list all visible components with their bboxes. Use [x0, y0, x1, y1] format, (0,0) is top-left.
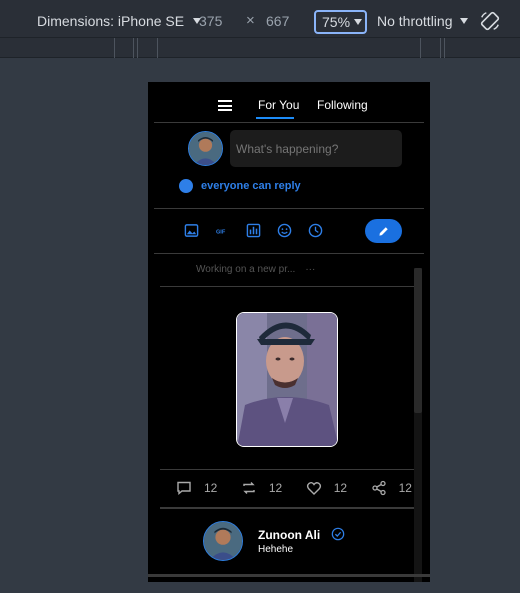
zoom-label: 75%	[322, 14, 351, 30]
pencil-icon	[379, 226, 388, 236]
hamburger-icon[interactable]	[218, 100, 232, 111]
poll-icon[interactable]	[246, 223, 261, 238]
post-author-name[interactable]: Zunoon Ali	[258, 528, 320, 542]
comment-count: 12	[204, 481, 218, 495]
share-button[interactable]: 12	[371, 480, 412, 496]
retweet-count: 12	[268, 481, 283, 495]
svg-text:GIF: GIF	[216, 229, 226, 235]
post-image[interactable]	[236, 312, 338, 447]
share-icon	[371, 480, 386, 496]
compose-input[interactable]	[230, 130, 402, 167]
reply-setting-label: everyone can reply	[201, 180, 301, 192]
tab-for-you[interactable]: For You	[258, 98, 299, 112]
heart-icon	[306, 482, 321, 495]
device-label: Dimensions: iPhone SE	[37, 13, 185, 29]
schedule-icon[interactable]	[308, 223, 323, 238]
devtools-toolbar: Dimensions: iPhone SE 375 × 667 75% No t…	[0, 0, 520, 38]
divider	[154, 122, 424, 123]
post-actions: 12 12 12 12	[176, 480, 412, 496]
compose-tools: GIF	[184, 223, 323, 238]
width-input[interactable]: 375	[199, 13, 233, 29]
device-select[interactable]: Dimensions: iPhone SE	[37, 13, 202, 29]
tab-following[interactable]: Following	[317, 98, 368, 112]
device-viewport: For You Following everyone can reply GIF…	[148, 82, 430, 582]
like-button[interactable]: 12	[306, 480, 347, 496]
divider	[160, 507, 418, 509]
like-count: 12	[333, 481, 348, 495]
comment-icon	[177, 481, 191, 495]
gif-icon[interactable]: GIF	[215, 223, 230, 238]
avatar[interactable]	[188, 131, 223, 166]
image-icon[interactable]	[184, 223, 199, 238]
divider	[160, 469, 418, 470]
throttle-label: No throttling	[377, 13, 453, 29]
reply-setting[interactable]: everyone can reply	[179, 179, 301, 193]
scrollbar-thumb[interactable]	[414, 268, 422, 413]
emoji-icon[interactable]	[277, 223, 292, 238]
zoom-select[interactable]: 75%	[314, 10, 367, 34]
height-input[interactable]: 667	[266, 13, 300, 29]
retweet-button[interactable]: 12	[241, 480, 282, 496]
top-navigation: For You Following	[148, 82, 430, 122]
chevron-down-icon	[354, 19, 363, 25]
horizontal-scrollbar[interactable]	[148, 574, 430, 577]
post-text: Hehehe	[258, 544, 294, 555]
active-tab-indicator	[256, 117, 294, 119]
faded-post-preview: Working on a new pr... ···	[196, 264, 315, 275]
times-label: ×	[246, 12, 255, 29]
avatar[interactable]	[203, 521, 243, 561]
post-button[interactable]	[365, 219, 402, 243]
globe-icon	[179, 179, 193, 193]
comment-button[interactable]: 12	[176, 480, 217, 496]
faded-post-text: Working on a new pr...	[196, 264, 296, 275]
media-query-ruler	[0, 38, 520, 58]
divider	[154, 208, 424, 209]
chevron-down-icon	[460, 18, 469, 24]
divider	[160, 286, 418, 287]
share-count: 12	[398, 481, 412, 495]
more-icon: ···	[305, 264, 316, 275]
retweet-icon	[243, 482, 255, 494]
verified-icon	[331, 527, 345, 541]
rotate-icon[interactable]	[479, 10, 501, 32]
throttle-select[interactable]: No throttling	[377, 13, 469, 29]
